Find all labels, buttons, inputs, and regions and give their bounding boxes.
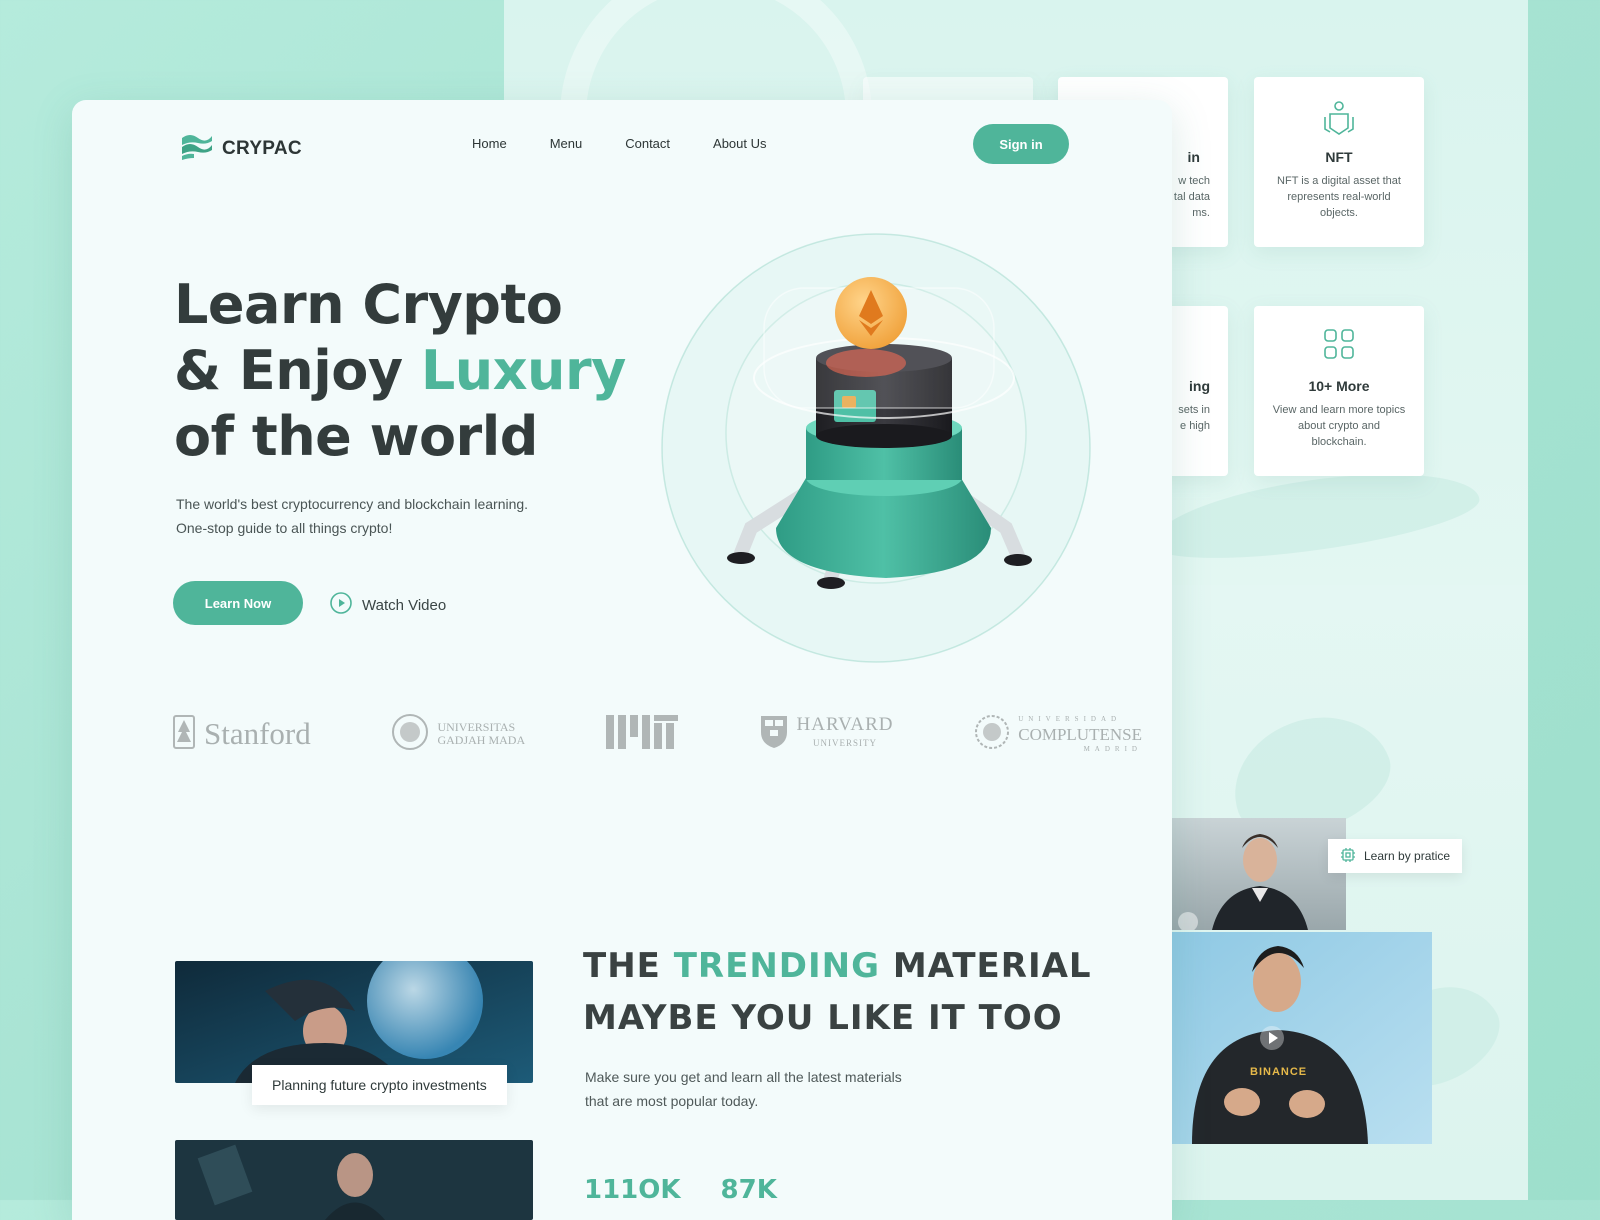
grid-icon bbox=[1254, 328, 1424, 366]
badge-label: Learn by pratice bbox=[1364, 849, 1451, 863]
gadjah-line1: UNIVERSITAS bbox=[437, 720, 516, 734]
feature-desc: View and learn more topics about crypto … bbox=[1272, 404, 1406, 448]
brand-logo[interactable]: CRYPAC bbox=[180, 132, 302, 165]
hero-subtitle-line1: The world's best cryptocurrency and bloc… bbox=[176, 496, 529, 512]
stanford-wordmark: Stanford bbox=[204, 716, 311, 751]
partner-harvard: HARVARD UNIVERSITY bbox=[759, 714, 894, 755]
complutense-bottom: MADRID bbox=[1083, 744, 1142, 753]
trending-subtitle-line2: that are most popular today. bbox=[585, 1093, 759, 1109]
watch-video-link[interactable]: Watch Video bbox=[330, 592, 446, 618]
complutense-name: COMPLUTENSE bbox=[1018, 724, 1142, 744]
feature-card-more[interactable]: 10+ More View and learn more topics abou… bbox=[1254, 306, 1424, 476]
watch-video-label: Watch Video bbox=[362, 596, 447, 614]
partner-mit bbox=[605, 713, 678, 756]
feature-title: NFT bbox=[1325, 149, 1353, 165]
hero-3d-illustration bbox=[656, 228, 1096, 668]
hero-subtitle-line2: One-stop guide to all things crypto! bbox=[176, 520, 393, 536]
binance-logo-text: BINANCE bbox=[1250, 1066, 1308, 1078]
trending-subtitle: Make sure you get and learn all the late… bbox=[585, 1065, 965, 1113]
learn-now-button[interactable]: Learn Now bbox=[173, 581, 303, 625]
nft-icon bbox=[1254, 99, 1424, 137]
trending-caption: Planning future crypto investments bbox=[252, 1065, 507, 1105]
partner-gadjah-mada: UNIVERSITAS GADJAH MADA bbox=[391, 713, 525, 756]
feature-desc: NFT is a digital asset that represents r… bbox=[1277, 175, 1401, 219]
sign-in-button[interactable]: Sign in bbox=[973, 124, 1069, 164]
hero-subtitle: The world's best cryptocurrency and bloc… bbox=[176, 492, 596, 540]
gadjah-line2: GADJAH MADA bbox=[437, 733, 526, 747]
nav-home[interactable]: Home bbox=[472, 136, 507, 151]
trending-stats: 111OK 87K bbox=[584, 1175, 777, 1205]
trending-title-line2: MAYBE YOU LIKE IT TOO bbox=[583, 998, 1063, 1038]
hero-title: Learn Crypto & Enjoy Luxury of the world bbox=[174, 272, 626, 470]
video-thumbnail-binance[interactable]: BINANCE bbox=[1172, 932, 1432, 1144]
feature-card-nft[interactable]: NFT NFT is a digital asset that represen… bbox=[1254, 77, 1424, 247]
feature-title: 10+ More bbox=[1308, 378, 1370, 394]
brand-name: CRYPAC bbox=[222, 137, 302, 159]
gadjah-wordmark: UNIVERSITAS GADJAH MADA bbox=[437, 721, 525, 747]
nav-menu[interactable]: Menu bbox=[550, 136, 583, 151]
chip-icon bbox=[1340, 847, 1356, 866]
nav-about[interactable]: About Us bbox=[713, 136, 766, 151]
hero-title-accent: Luxury bbox=[420, 339, 626, 402]
trending-title-accent: TRENDING bbox=[673, 946, 881, 986]
stat-1: 111OK bbox=[584, 1175, 681, 1205]
harvard-name: HARVARD bbox=[796, 714, 894, 735]
trending-title-c: MATERIAL bbox=[880, 946, 1092, 986]
partner-stanford: Stanford bbox=[172, 714, 311, 755]
main-landing-card: CRYPAC Home Menu Contact About Us Sign i… bbox=[72, 100, 1172, 1220]
play-circle-icon bbox=[330, 592, 352, 618]
harvard-sub: UNIVERSITY bbox=[813, 738, 878, 748]
partner-logos: Stanford UNIVERSITAS GADJAH MADA HARVARD… bbox=[172, 706, 1142, 762]
trending-title-a: THE bbox=[583, 946, 674, 986]
mit-logo-icon bbox=[605, 713, 678, 756]
trending-image-2[interactable] bbox=[175, 1140, 533, 1220]
partner-complutense: UNIVERSIDAD COMPLUTENSE MADRID bbox=[974, 712, 1142, 757]
gadjah-seal-icon bbox=[391, 713, 429, 756]
nav-contact[interactable]: Contact bbox=[625, 136, 670, 151]
complutense-seal-icon bbox=[974, 712, 1010, 757]
trending-title: THE TRENDING MATERIAL MAYBE YOU LIKE IT … bbox=[583, 940, 1092, 1044]
stanford-tree-icon bbox=[172, 714, 196, 755]
stat-2: 87K bbox=[720, 1175, 777, 1205]
complutense-wordmark: UNIVERSIDAD COMPLUTENSE MADRID bbox=[1018, 712, 1142, 757]
harvard-wordmark: HARVARD UNIVERSITY bbox=[796, 714, 894, 752]
main-nav: Home Menu Contact About Us bbox=[472, 136, 767, 151]
logo-icon bbox=[180, 132, 212, 165]
hero-title-line3: of the world bbox=[174, 405, 538, 468]
hero-title-line1: Learn Crypto bbox=[174, 273, 563, 336]
trending-subtitle-line1: Make sure you get and learn all the late… bbox=[585, 1069, 902, 1085]
video-thumbnail-speaker[interactable] bbox=[1172, 818, 1346, 930]
harvard-shield-icon bbox=[759, 714, 789, 755]
learn-by-practice-badge[interactable]: Learn by pratice bbox=[1328, 839, 1463, 873]
hero-title-line2a: & Enjoy bbox=[174, 339, 421, 402]
